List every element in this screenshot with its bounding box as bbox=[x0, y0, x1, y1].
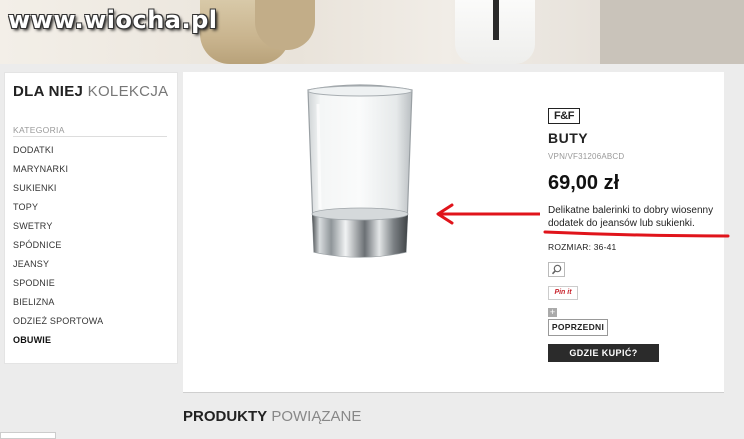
top-banner: www.wiocha.pl bbox=[0, 0, 744, 64]
banner-model-right-detail bbox=[493, 0, 499, 40]
sidebar-item-bielizna[interactable]: BIELIZNA bbox=[13, 297, 103, 316]
banner-model-left-detail bbox=[255, 0, 315, 50]
sidebar-item-odziez-sportowa[interactable]: ODZIEŻ SPORTOWA bbox=[13, 316, 103, 335]
related-title: PRODUKTY POWIĄZANE bbox=[183, 408, 361, 425]
product-sku: VPN/VF31206ABCD bbox=[548, 152, 625, 161]
product-description: Delikatne balerinki to dobry wiosenny do… bbox=[548, 205, 714, 229]
banner-model-far-right bbox=[600, 0, 744, 64]
footer-fragment bbox=[0, 432, 56, 439]
sidebar-item-sukienki[interactable]: SUKIENKI bbox=[13, 183, 103, 202]
where-to-buy-button[interactable]: GDZIE KUPIĆ? bbox=[548, 344, 659, 362]
product-size: ROZMIAR: 36-41 bbox=[548, 242, 617, 252]
watermark: www.wiocha.pl bbox=[8, 6, 218, 34]
sidebar-item-obuwie[interactable]: OBUWIE bbox=[13, 335, 103, 354]
brand-logo: F&F bbox=[548, 108, 580, 124]
sidebar: DLA NIEJ KOLEKCJA KATEGORIA DODATKI MARY… bbox=[4, 72, 178, 364]
previous-button[interactable]: POPRZEDNI bbox=[548, 319, 608, 336]
sidebar-item-spodnice[interactable]: SPÓDNICE bbox=[13, 240, 103, 259]
sidebar-title: DLA NIEJ KOLEKCJA bbox=[13, 83, 168, 100]
category-label: KATEGORIA bbox=[13, 125, 65, 135]
product-image[interactable] bbox=[300, 84, 420, 266]
magnifier-icon[interactable] bbox=[548, 262, 565, 277]
pinit-button[interactable]: Pin it bbox=[548, 286, 578, 300]
sidebar-item-spodnie[interactable]: SPODNIE bbox=[13, 278, 103, 297]
category-divider bbox=[13, 136, 167, 137]
product-price: 69,00 zł bbox=[548, 172, 620, 194]
sidebar-item-topy[interactable]: TOPY bbox=[13, 202, 103, 221]
product-name: BUTY bbox=[548, 130, 589, 146]
plus-icon[interactable]: + bbox=[548, 308, 557, 317]
sidebar-item-swetry[interactable]: SWETRY bbox=[13, 221, 103, 240]
sidebar-title-bold: DLA NIEJ bbox=[13, 83, 84, 100]
sidebar-item-jeansy[interactable]: JEANSY bbox=[13, 259, 103, 278]
sidebar-item-marynarki[interactable]: MARYNARKI bbox=[13, 164, 103, 183]
sidebar-title-light: KOLEKCJA bbox=[87, 83, 169, 100]
sidebar-item-dodatki[interactable]: DODATKI bbox=[13, 145, 103, 164]
related-section: PRODUKTY POWIĄZANE bbox=[183, 393, 724, 437]
category-list: DODATKI MARYNARKI SUKIENKI TOPY SWETRY S… bbox=[13, 145, 103, 354]
related-title-light: POWIĄZANE bbox=[271, 408, 362, 425]
related-title-bold: PRODUKTY bbox=[183, 408, 268, 425]
